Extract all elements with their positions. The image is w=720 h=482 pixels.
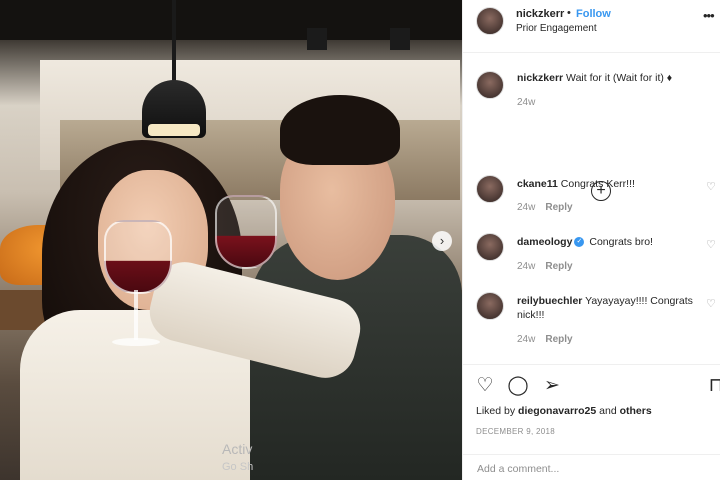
- watermark-subtext: Go Sh: [222, 461, 254, 473]
- photo-pendant-lamp: [142, 0, 206, 140]
- add-comment-bar: [463, 454, 720, 482]
- ellipsis-icon[interactable]: •••: [703, 8, 715, 23]
- comment-username[interactable]: reilybuechler: [517, 295, 582, 307]
- share-icon[interactable]: ➢: [541, 375, 563, 397]
- caption-body: Wait for it (Wait for it) ♦: [566, 72, 673, 84]
- post-header: nickzkerr • Follow Prior Engagement •••: [463, 0, 720, 53]
- post-actions: ♡ ◯ ➢ ⊓ Liked by diegonavarro25 and othe…: [463, 364, 720, 481]
- likes-prefix: Liked by: [476, 405, 516, 417]
- comment-meta: 24w Reply: [517, 334, 573, 345]
- heart-icon[interactable]: ♡: [706, 238, 716, 251]
- comment-body: Congrats Kerr!!!: [560, 178, 635, 190]
- comment-input[interactable]: [475, 459, 679, 479]
- likes-others[interactable]: others: [620, 405, 652, 417]
- comments-list[interactable]: nickzkerr Wait for it (Wait for it) ♦ 24…: [463, 53, 720, 363]
- avatar[interactable]: [476, 292, 504, 320]
- comment-username[interactable]: ckane11: [517, 178, 558, 190]
- watermark-text: Activ: [222, 441, 253, 457]
- photo-spotlight: [307, 28, 327, 50]
- avatar[interactable]: [476, 71, 504, 99]
- post-photo[interactable]: ›: [0, 0, 462, 480]
- separator-dot: •: [567, 7, 571, 19]
- heart-icon[interactable]: ♡: [474, 375, 496, 397]
- reply-button[interactable]: Reply: [545, 334, 572, 345]
- comment-time: 24w: [517, 261, 536, 272]
- photo-wine-glass: [215, 195, 277, 295]
- photo-wine-glass: [100, 220, 172, 350]
- caption-time: 24w: [517, 97, 536, 108]
- comment-username[interactable]: dameology: [517, 236, 572, 248]
- avatar[interactable]: [476, 7, 504, 35]
- reply-button[interactable]: Reply: [545, 261, 572, 272]
- heart-icon[interactable]: ♡: [706, 180, 716, 193]
- comment-text: ckane11 Congrats Kerr!!!: [517, 177, 697, 191]
- avatar[interactable]: [476, 233, 504, 261]
- likes-suffix-connector: and: [599, 405, 617, 417]
- heart-icon[interactable]: ♡: [706, 297, 716, 310]
- likes-user[interactable]: diegonavarro25: [518, 405, 596, 417]
- reply-button[interactable]: Reply: [545, 202, 572, 213]
- photo-spotlight: [390, 28, 410, 50]
- header-username[interactable]: nickzkerr: [516, 8, 564, 20]
- post-date[interactable]: DECEMBER 9, 2018: [476, 427, 555, 436]
- comment-meta: 24w Reply: [517, 261, 573, 272]
- follow-button[interactable]: Follow: [576, 8, 611, 20]
- comment-meta: 24w Reply: [517, 202, 573, 213]
- comment-body: Congrats bro!: [589, 236, 653, 248]
- comment-icon[interactable]: ◯: [507, 375, 529, 397]
- comment-text: dameology ✓ Congrats bro!: [517, 235, 697, 249]
- caption-text: nickzkerr Wait for it (Wait for it) ♦: [517, 71, 697, 85]
- likes-summary: Liked by diegonavarro25 and others: [476, 405, 652, 417]
- post-side-panel: nickzkerr • Follow Prior Engagement ••• …: [462, 0, 720, 480]
- comment-text: reilybuechler Yayayayay!!!! Congrats nic…: [517, 294, 697, 322]
- comment-time: 24w: [517, 334, 536, 345]
- bookmark-icon[interactable]: ⊓: [705, 375, 720, 397]
- verified-badge-icon: ✓: [574, 237, 585, 248]
- caption-username[interactable]: nickzkerr: [517, 72, 563, 84]
- location-link[interactable]: Prior Engagement: [516, 23, 597, 34]
- comment-time: 24w: [517, 202, 536, 213]
- next-photo-icon[interactable]: ›: [432, 231, 452, 251]
- avatar[interactable]: [476, 175, 504, 203]
